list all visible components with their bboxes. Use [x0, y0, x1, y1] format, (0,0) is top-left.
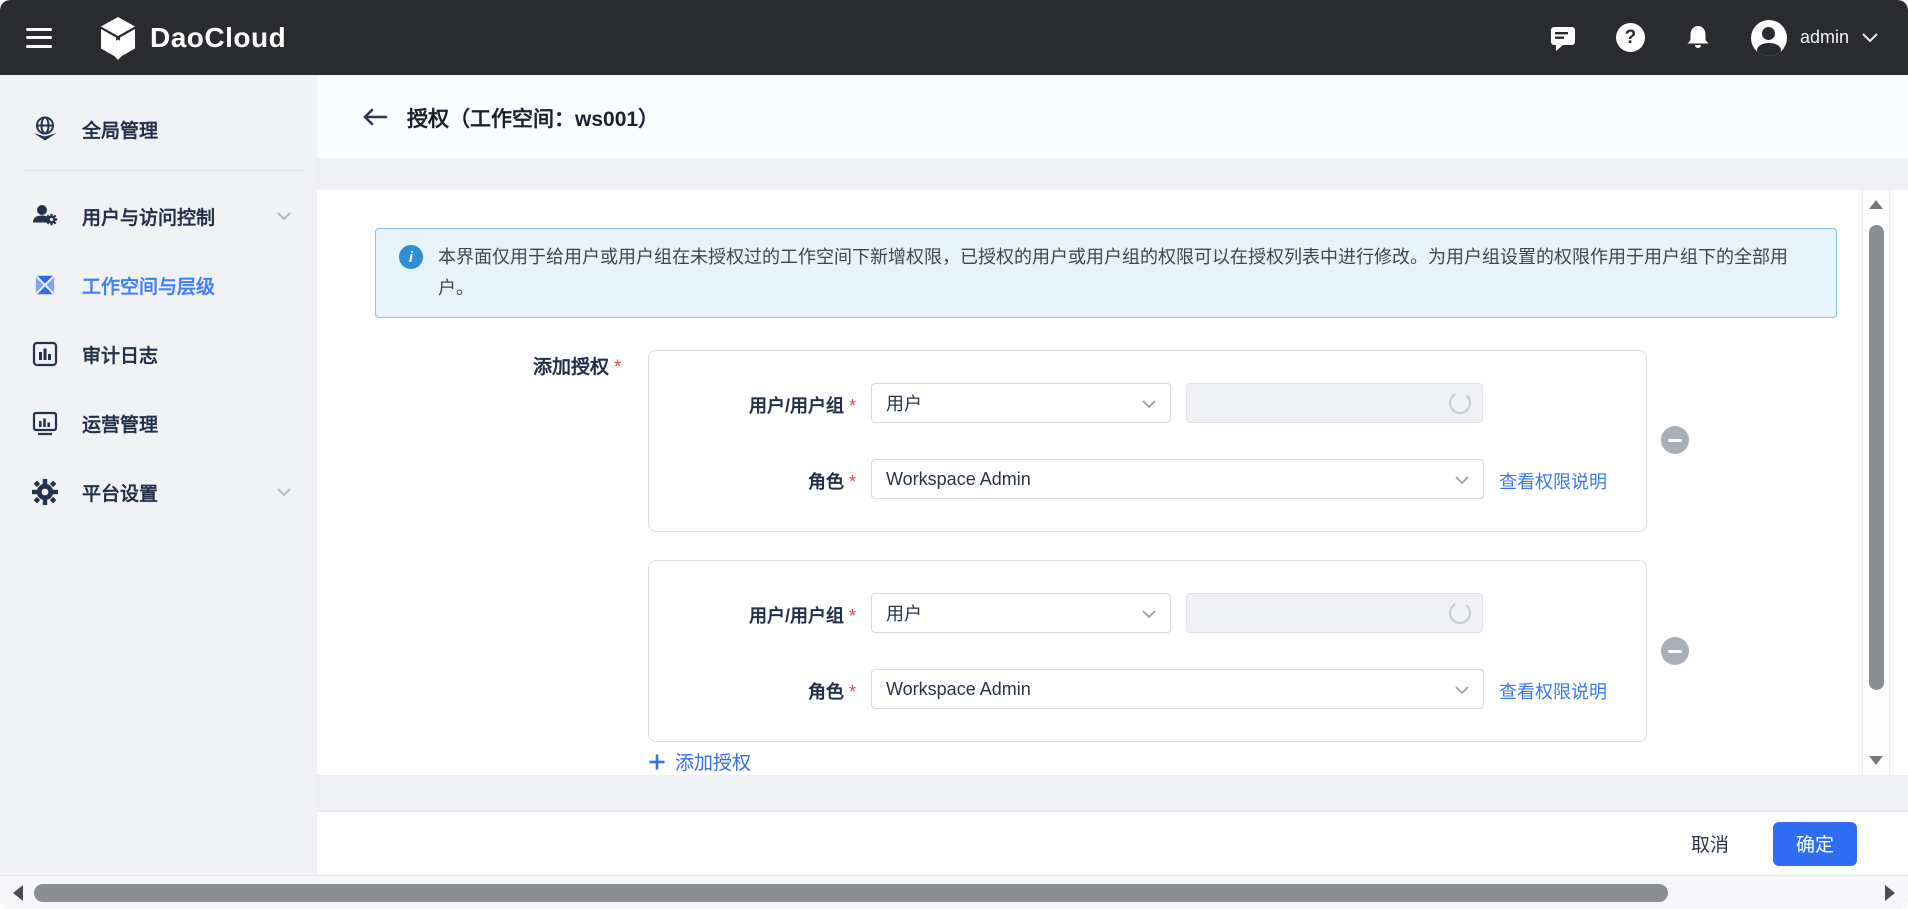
brand-logo[interactable]: DaoCloud [98, 16, 286, 60]
user-search-input[interactable] [1186, 383, 1483, 423]
chevron-down-icon [277, 205, 291, 227]
chevron-down-icon [1142, 393, 1156, 414]
confirm-button[interactable]: 确定 [1773, 822, 1857, 866]
sidebar-item-workspace-hierarchy[interactable]: 工作空间与层级 [0, 257, 317, 313]
role-select-value: Workspace Admin [886, 469, 1031, 490]
main-panel: i 本界面仅用于给用户或用户组在未授权过的工作空间下新增权限，已授权的用户或用户… [317, 190, 1908, 775]
user-search-field-wrap [1186, 593, 1483, 633]
user-group-select-value: 用户 [886, 600, 922, 626]
view-permission-link[interactable]: 查看权限说明 [1499, 468, 1607, 494]
authorization-card: 用户/用户组* 用户 角色* Workspace Admi [648, 350, 1647, 532]
account-menu[interactable]: admin [1751, 20, 1878, 56]
sidebar-item-label: 审计日志 [82, 341, 158, 368]
user-group-select[interactable]: 用户 [871, 383, 1171, 423]
footer-bar: 取消 确定 [317, 811, 1908, 875]
globe-icon [30, 114, 60, 144]
authorization-card: 用户/用户组* 用户 角色* Workspace Admi [648, 560, 1647, 742]
view-permission-link[interactable]: 查看权限说明 [1499, 678, 1607, 704]
minus-icon [1668, 439, 1682, 442]
chevron-down-icon [1142, 603, 1156, 624]
chevron-down-icon [1455, 679, 1469, 700]
horizontal-scrollbar [0, 875, 1908, 909]
loading-spinner-icon [1447, 600, 1473, 631]
help-icon[interactable]: ? [1616, 23, 1645, 52]
operations-icon [30, 408, 60, 438]
sidebar-divider [24, 170, 305, 171]
brand-name: DaoCloud [150, 22, 286, 54]
vertical-scrollbar [1862, 190, 1890, 775]
sidebar-item-label: 用户与访问控制 [82, 203, 215, 230]
user-search-field-wrap [1186, 383, 1483, 423]
info-icon: i [399, 245, 423, 269]
scroll-down-arrow-icon[interactable] [1869, 756, 1883, 765]
role-select-value: Workspace Admin [886, 679, 1031, 700]
user-search-input[interactable] [1186, 593, 1483, 633]
gear-icon [30, 477, 60, 507]
chat-icon[interactable] [1548, 23, 1578, 53]
role-label: 角色* [649, 678, 856, 704]
app-window: DaoCloud ? [0, 0, 1908, 909]
sidebar-item-audit-log[interactable]: 审计日志 [0, 326, 317, 382]
avatar [1751, 20, 1787, 56]
user-group-label: 用户/用户组* [649, 392, 856, 418]
cancel-button[interactable]: 取消 [1685, 829, 1735, 858]
add-authorization-link-label: 添加授权 [675, 748, 751, 775]
minus-icon [1668, 650, 1682, 653]
remove-card-button[interactable] [1661, 426, 1689, 454]
user-group-label: 用户/用户组* [649, 602, 856, 628]
page-header: 授权（工作空间：ws001） [317, 75, 1908, 158]
role-label: 角色* [649, 468, 856, 494]
back-arrow-icon[interactable] [360, 106, 388, 133]
role-select[interactable]: Workspace Admin [871, 669, 1484, 709]
user-group-select-value: 用户 [886, 390, 922, 416]
scroll-left-arrow-icon[interactable] [13, 885, 23, 901]
horizontal-scrollbar-thumb[interactable] [34, 884, 1668, 902]
sidebar-item-label: 工作空间与层级 [82, 272, 215, 299]
chevron-down-icon [1455, 469, 1469, 490]
scroll-up-arrow-icon[interactable] [1869, 200, 1883, 209]
sidebar-item-platform-settings[interactable]: 平台设置 [0, 464, 317, 520]
loading-spinner-icon [1447, 390, 1473, 421]
sidebar-item-label: 运营管理 [82, 410, 158, 437]
chevron-down-icon [277, 481, 291, 503]
chevron-down-icon [1862, 33, 1878, 43]
hamburger-icon[interactable] [26, 28, 52, 48]
user-gear-icon [30, 201, 60, 231]
add-authorization-link[interactable]: 添加授权 [648, 748, 751, 775]
user-group-select[interactable]: 用户 [871, 593, 1171, 633]
remove-card-button[interactable] [1661, 637, 1689, 665]
workspace-icon [30, 270, 60, 300]
sidebar-item-users-access-control[interactable]: 用户与访问控制 [0, 188, 317, 244]
info-banner: i 本界面仅用于给用户或用户组在未授权过的工作空间下新增权限，已授权的用户或用户… [375, 228, 1837, 318]
scroll-right-arrow-icon[interactable] [1885, 885, 1895, 901]
sidebar-item-label: 平台设置 [82, 479, 158, 506]
username-label: admin [1800, 27, 1849, 48]
sidebar-item-global-management[interactable]: 全局管理 [0, 101, 317, 157]
bell-icon[interactable] [1683, 23, 1713, 53]
page-title: 授权（工作空间：ws001） [407, 103, 659, 133]
audit-log-icon [30, 339, 60, 369]
vertical-scrollbar-thumb[interactable] [1869, 225, 1884, 690]
role-select[interactable]: Workspace Admin [871, 459, 1484, 499]
sidebar: 全局管理 [0, 75, 317, 875]
sidebar-item-operations[interactable]: 运营管理 [0, 395, 317, 451]
plus-icon [648, 753, 666, 771]
info-banner-text: 本界面仅用于给用户或用户组在未授权过的工作空间下新增权限，已授权的用户或用户组的… [438, 242, 1808, 304]
sidebar-item-label: 全局管理 [82, 116, 158, 143]
add-authorization-field-label: 添加授权* [533, 352, 621, 379]
top-navbar: DaoCloud ? [0, 0, 1908, 75]
daocloud-cube-icon [98, 16, 138, 60]
